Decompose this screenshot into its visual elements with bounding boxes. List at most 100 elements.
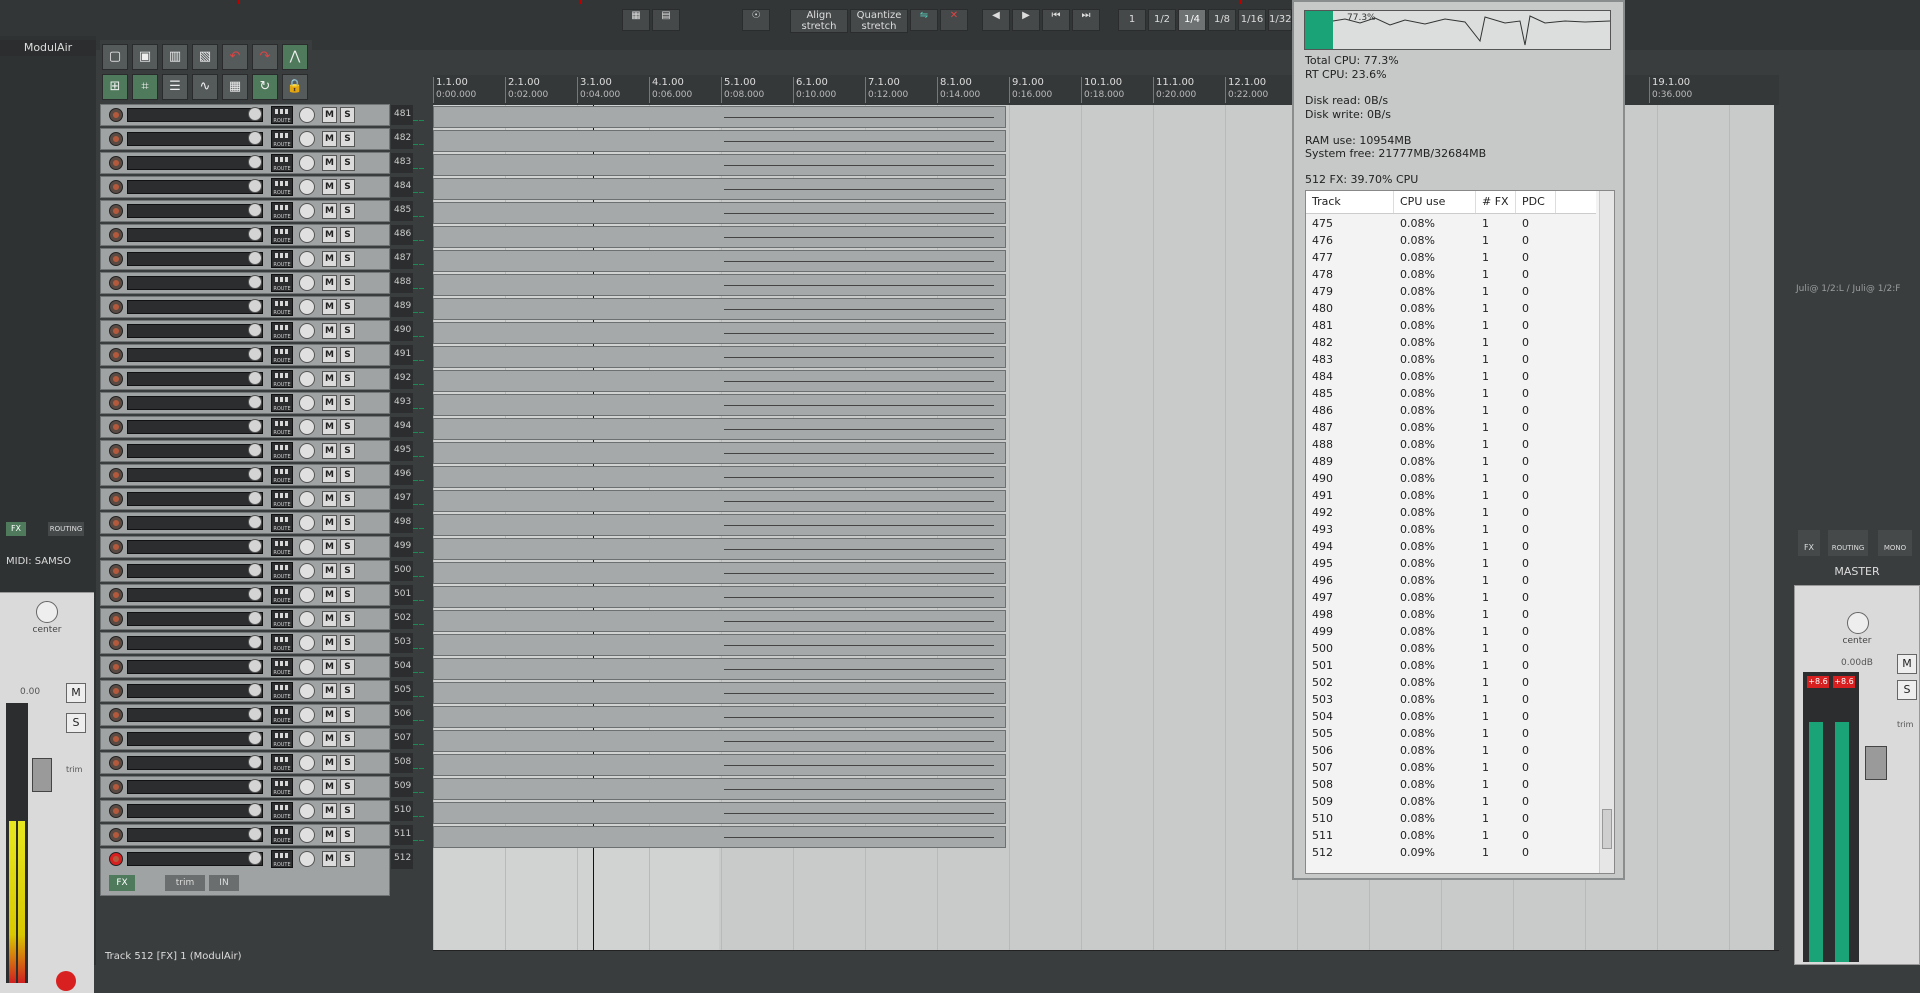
- record-arm-icon[interactable]: [109, 180, 123, 194]
- route-button[interactable]: ROUTE: [271, 850, 293, 868]
- volume-fader[interactable]: [32, 758, 52, 792]
- route-button[interactable]: ROUTE: [271, 418, 293, 436]
- track-name-field[interactable]: [127, 612, 263, 626]
- route-button[interactable]: ROUTE: [271, 370, 293, 388]
- pan-knob[interactable]: [299, 611, 315, 627]
- solo-button[interactable]: S: [340, 707, 355, 723]
- media-item[interactable]: [433, 490, 1006, 512]
- volume-knob[interactable]: [248, 131, 262, 145]
- table-row[interactable]: 478 0.08% 1 0: [1306, 266, 1596, 283]
- track-name-field[interactable]: [127, 156, 263, 170]
- midi-input-label[interactable]: MIDI: SAMSO: [6, 556, 86, 570]
- mute-button[interactable]: M: [322, 779, 337, 795]
- column-track[interactable]: Track: [1306, 191, 1394, 213]
- pan-knob[interactable]: [299, 803, 315, 819]
- track-row[interactable]: ROUTE M S 486: [100, 224, 424, 246]
- track-name-field[interactable]: [127, 420, 263, 434]
- go-end-icon[interactable]: ⏭: [1072, 9, 1100, 31]
- volume-knob[interactable]: [248, 371, 262, 385]
- track-name-field[interactable]: [127, 492, 263, 506]
- track-name-field[interactable]: [127, 852, 263, 866]
- track-name-field[interactable]: [127, 828, 263, 842]
- mute-button[interactable]: M: [322, 707, 337, 723]
- quantize-stretch-button[interactable]: Quantize stretch: [850, 9, 908, 33]
- volume-knob[interactable]: [248, 659, 262, 673]
- route-button[interactable]: ROUTE: [271, 562, 293, 580]
- record-arm-icon[interactable]: [109, 228, 123, 242]
- pan-knob[interactable]: [299, 755, 315, 771]
- mute-button[interactable]: M: [322, 299, 337, 315]
- track-name-field[interactable]: [127, 396, 263, 410]
- route-button[interactable]: ROUTE: [271, 202, 293, 220]
- volume-knob[interactable]: [248, 683, 262, 697]
- route-button[interactable]: ROUTE: [271, 754, 293, 772]
- table-row[interactable]: 476 0.08% 1 0: [1306, 232, 1596, 249]
- mute-button[interactable]: M: [322, 155, 337, 171]
- solo-button[interactable]: S: [340, 491, 355, 507]
- track-row[interactable]: ROUTE M S 499: [100, 536, 424, 558]
- table-row[interactable]: 511 0.08% 1 0: [1306, 827, 1596, 844]
- grid-option-1-8[interactable]: 1/8: [1208, 9, 1236, 31]
- media-item[interactable]: [433, 586, 1006, 608]
- media-item[interactable]: [433, 634, 1006, 656]
- route-button[interactable]: ROUTE: [271, 682, 293, 700]
- mute-button[interactable]: M: [322, 323, 337, 339]
- track-row[interactable]: ROUTE M S 490: [100, 320, 424, 342]
- media-item[interactable]: [433, 130, 1006, 152]
- record-arm-icon[interactable]: [109, 612, 123, 626]
- record-arm-icon[interactable]: [109, 252, 123, 266]
- pan-knob[interactable]: [36, 601, 58, 623]
- volume-knob[interactable]: [248, 203, 262, 217]
- stretch-marker-icon[interactable]: ⇋: [910, 9, 938, 31]
- pan-knob[interactable]: [299, 179, 315, 195]
- route-button[interactable]: ROUTE: [271, 178, 293, 196]
- solo-button[interactable]: S: [340, 731, 355, 747]
- grid-option-1[interactable]: 1: [1118, 9, 1146, 31]
- record-arm-icon[interactable]: [109, 468, 123, 482]
- volume-knob[interactable]: [248, 611, 262, 625]
- volume-knob[interactable]: [248, 755, 262, 769]
- media-item[interactable]: [433, 274, 1006, 296]
- media-item[interactable]: [433, 514, 1006, 536]
- record-arm-icon[interactable]: [109, 300, 123, 314]
- table-row[interactable]: 504 0.08% 1 0: [1306, 708, 1596, 725]
- volume-knob[interactable]: [248, 731, 262, 745]
- track-row[interactable]: ROUTE M S 485: [100, 200, 424, 222]
- route-button[interactable]: ROUTE: [271, 658, 293, 676]
- track-row[interactable]: ROUTE M S 489: [100, 296, 424, 318]
- solo-button[interactable]: S: [340, 155, 355, 171]
- media-item[interactable]: [433, 322, 1006, 344]
- track-row[interactable]: ROUTE M S 506: [100, 704, 424, 726]
- volume-knob[interactable]: [248, 563, 262, 577]
- record-arm-icon[interactable]: [109, 132, 123, 146]
- track-row[interactable]: ROUTE M S 487: [100, 248, 424, 270]
- record-arm-icon[interactable]: [109, 276, 123, 290]
- track-row[interactable]: ROUTE M S 493: [100, 392, 424, 414]
- table-scroll-thumb[interactable]: [1602, 809, 1612, 849]
- table-row[interactable]: 494 0.08% 1 0: [1306, 538, 1596, 555]
- pan-knob[interactable]: [299, 323, 315, 339]
- pan-knob[interactable]: [299, 539, 315, 555]
- track-row[interactable]: ROUTE M S 502: [100, 608, 424, 630]
- volume-knob[interactable]: [248, 803, 262, 817]
- track-name-field[interactable]: [127, 540, 263, 554]
- snap-icon[interactable]: ⊞: [102, 74, 128, 100]
- media-item[interactable]: [433, 682, 1006, 704]
- track-name-field[interactable]: [127, 636, 263, 650]
- track-row[interactable]: ROUTE M S 511: [100, 824, 424, 846]
- volume-knob[interactable]: [248, 275, 262, 289]
- razor-edits-icon[interactable]: ▦: [622, 9, 650, 31]
- solo-button[interactable]: S: [340, 275, 355, 291]
- track-name-field[interactable]: [127, 804, 263, 818]
- track-row[interactable]: ROUTE M S 509: [100, 776, 424, 798]
- record-arm-icon[interactable]: [109, 780, 123, 794]
- media-item[interactable]: [433, 442, 1006, 464]
- ruler-marker[interactable]: 8.1.00 0:14.000: [937, 77, 980, 103]
- table-row[interactable]: 508 0.08% 1 0: [1306, 776, 1596, 793]
- track-row[interactable]: ROUTE M S 494: [100, 416, 424, 438]
- track-name-field[interactable]: [127, 180, 263, 194]
- track-name-field[interactable]: [127, 300, 263, 314]
- ruler-marker[interactable]: 3.1.00 0:04.000: [577, 77, 620, 103]
- mute-button[interactable]: M: [322, 851, 337, 867]
- ruler-marker[interactable]: 10.1.00 0:18.000: [1081, 77, 1124, 103]
